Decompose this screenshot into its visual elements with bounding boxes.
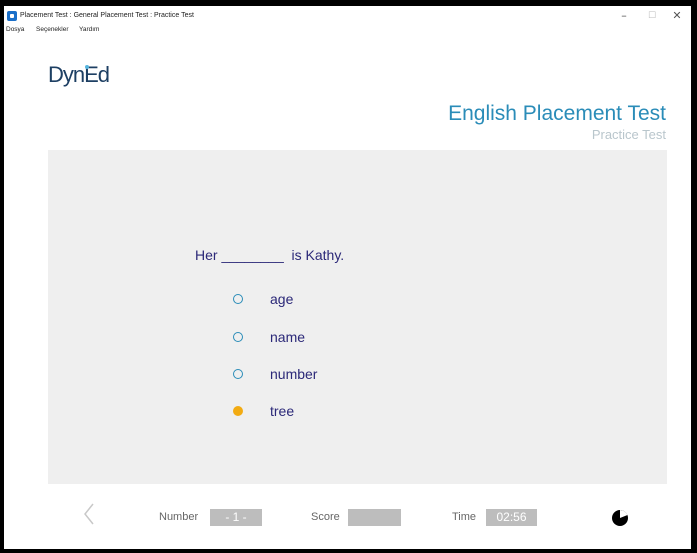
page-title: English Placement Test (448, 102, 666, 125)
page-subtitle: Practice Test (591, 127, 666, 142)
window-title: Placement Test : General Placement Test … (20, 12, 194, 19)
title-bar: Placement Test : General Placement Test … (4, 6, 691, 26)
radio-button-selected[interactable] (233, 406, 243, 416)
time-box: 02:56 (486, 509, 537, 526)
back-button[interactable] (80, 500, 98, 528)
logo-dot (85, 65, 89, 69)
radio-button[interactable] (233, 294, 243, 304)
time-label: Time (452, 511, 477, 523)
minimize-button[interactable]: – (615, 8, 633, 24)
dyned-logo: DynEd (48, 62, 110, 88)
logo-text: DynEd (48, 62, 110, 87)
option-label: age (270, 291, 294, 307)
question-panel: Her ________ is Kathy. age name number t… (48, 150, 667, 484)
footer-bar: Number - 1 - Score Time 02:56 (4, 498, 691, 538)
radio-button[interactable] (233, 332, 243, 342)
menu-secenekler[interactable]: Seçenekler (36, 26, 69, 33)
option-label: number (270, 366, 318, 382)
number-label: Number (159, 511, 199, 523)
timer-pie-icon (611, 509, 629, 527)
chevron-left-icon (84, 503, 94, 525)
question-number-box: - 1 - (210, 509, 262, 526)
question-text: Her ________ is Kathy. (195, 247, 345, 263)
score-label: Score (311, 511, 340, 523)
app-window: Placement Test : General Placement Test … (4, 6, 691, 549)
app-icon (7, 11, 17, 21)
menu-dosya[interactable]: Dosya (6, 26, 24, 33)
close-button[interactable]: ✕ (668, 8, 686, 24)
menu-yardim[interactable]: Yardım (79, 26, 99, 33)
radio-button[interactable] (233, 369, 243, 379)
option-label: tree (270, 403, 295, 419)
option-label: name (270, 329, 306, 345)
score-box (348, 509, 401, 526)
maximize-button[interactable]: ☐ (643, 8, 661, 24)
